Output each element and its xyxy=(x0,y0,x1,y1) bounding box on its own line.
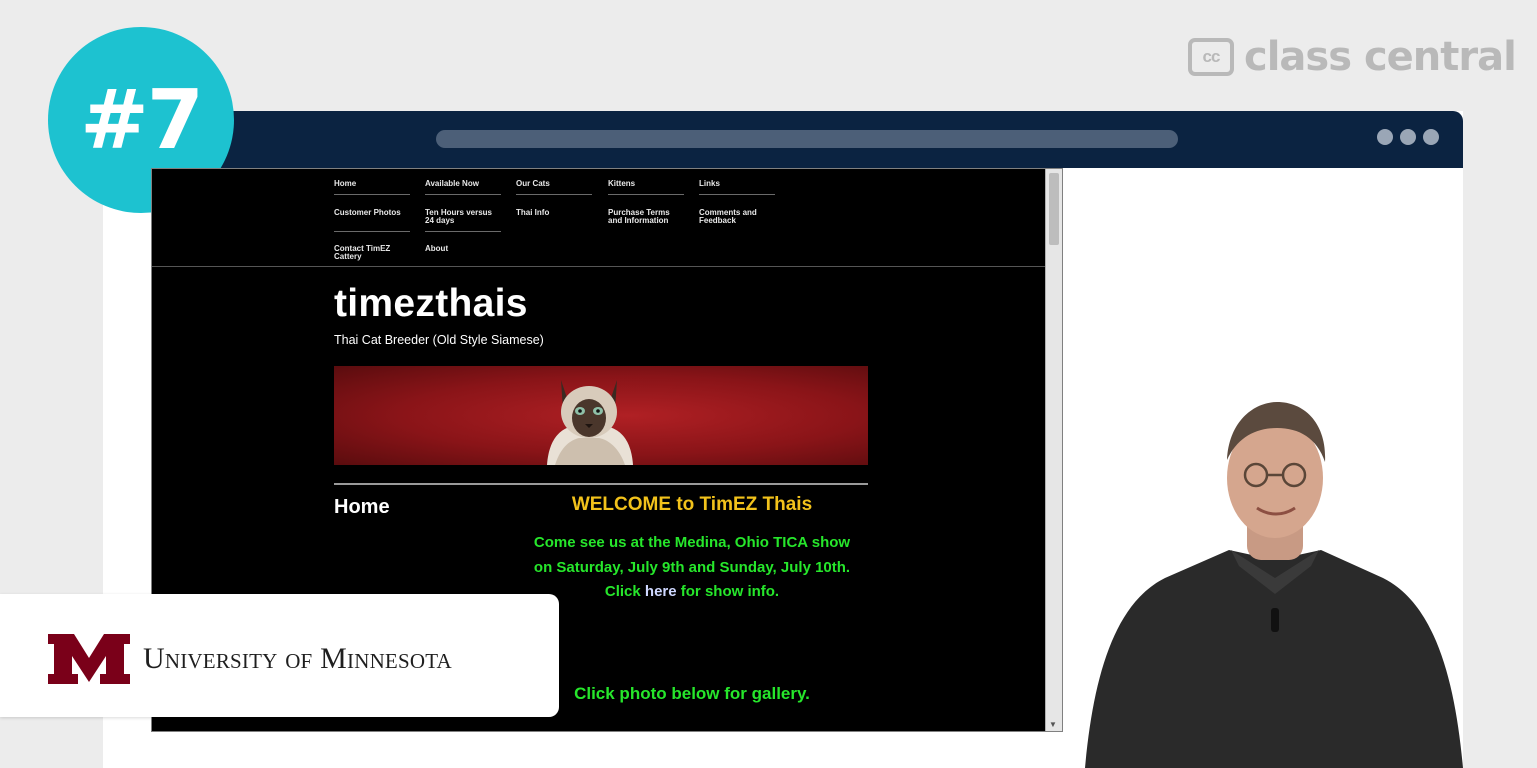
gallery-prompt: Click photo below for gallery. xyxy=(574,684,810,703)
nav-about[interactable]: About xyxy=(425,245,501,259)
scroll-thumb[interactable] xyxy=(1049,173,1059,245)
nav-contact[interactable]: Contact TimEZ Cattery xyxy=(334,245,404,267)
class-central-logo: cc class central xyxy=(1188,34,1517,80)
here-link[interactable]: here xyxy=(645,583,677,600)
click-prefix: Click xyxy=(604,583,645,600)
show-line-1: Come see us at the Medina, Ohio TICA sho… xyxy=(533,534,851,551)
window-menu-dots[interactable] xyxy=(1377,129,1439,145)
partner-card: University of Minnesota xyxy=(0,594,559,717)
site-subtitle: Thai Cat Breeder (Old Style Siamese) xyxy=(334,333,544,347)
nav-comments[interactable]: Comments and Feedback xyxy=(699,209,775,231)
welcome-heading: WELCOME to TimEZ Thais xyxy=(571,494,813,515)
page-heading: Home xyxy=(334,496,390,518)
nav-divider xyxy=(152,266,1048,267)
show-info-text: Come see us at the Medina, Ohio TICA sho… xyxy=(512,531,872,605)
click-suffix: for show info. xyxy=(676,583,780,600)
nav-home[interactable]: Home xyxy=(334,180,410,195)
cc-logo-mark: cc xyxy=(1188,38,1234,76)
menu-dot-icon xyxy=(1400,129,1416,145)
address-bar[interactable] xyxy=(436,130,1178,148)
vertical-scrollbar[interactable]: ▼ xyxy=(1045,169,1062,731)
nav-ten-hours[interactable]: Ten Hours versus 24 days xyxy=(425,209,501,232)
scroll-down-icon[interactable]: ▼ xyxy=(1049,720,1057,729)
browser-titlebar xyxy=(103,111,1463,168)
siamese-cat-photo xyxy=(547,380,633,465)
content-divider xyxy=(334,483,868,485)
university-m-logo xyxy=(48,634,130,684)
cc-logo-text: class central xyxy=(1244,34,1517,80)
nav-kittens[interactable]: Kittens xyxy=(608,180,684,195)
nav-available-now[interactable]: Available Now xyxy=(425,180,501,195)
menu-dot-icon xyxy=(1423,129,1439,145)
nav-links[interactable]: Links xyxy=(699,180,775,195)
nav-thai-info[interactable]: Thai Info xyxy=(516,209,592,223)
nav-customer-photos[interactable]: Customer Photos xyxy=(334,209,410,232)
nav-purchase-terms[interactable]: Purchase Terms and Information xyxy=(608,209,684,231)
nav-our-cats[interactable]: Our Cats xyxy=(516,180,592,195)
show-line-2: on Saturday, July 9th and Sunday, July 1… xyxy=(533,558,851,576)
show-link-line: Click here for show info. xyxy=(512,580,872,605)
instructor-video xyxy=(1085,402,1463,768)
university-name: University of Minnesota xyxy=(143,642,452,675)
menu-dot-icon xyxy=(1377,129,1393,145)
site-title: timezthais xyxy=(334,282,528,325)
banner-image[interactable] xyxy=(334,366,868,465)
